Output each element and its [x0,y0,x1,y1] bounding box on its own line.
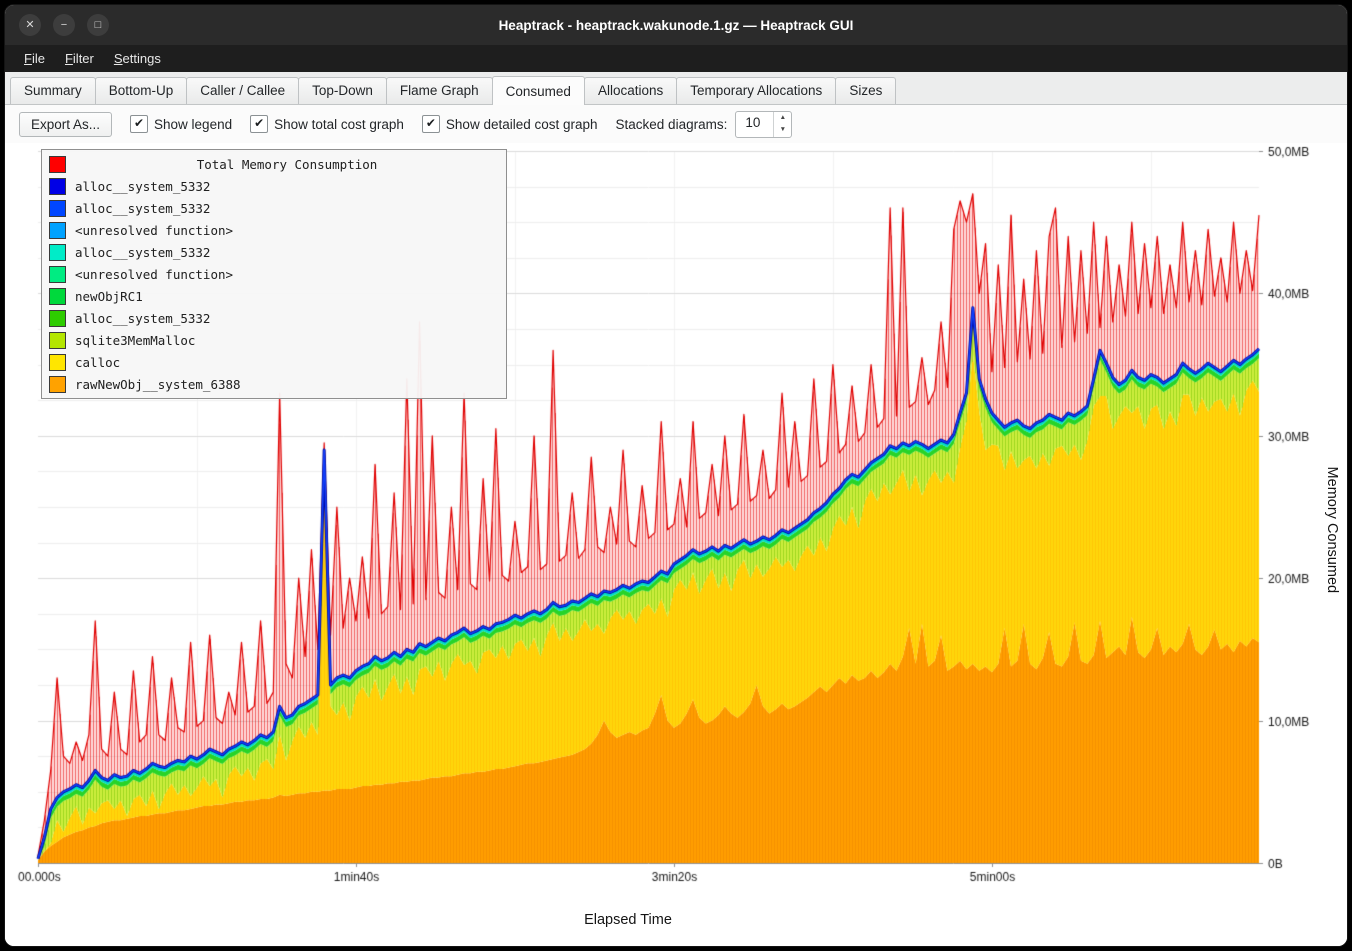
legend-item: calloc [42,351,506,373]
stacked-diagrams-group: Stacked diagrams: 10 ▲ ▼ [616,111,793,138]
checkbox-show-detailed-cost-graph[interactable]: ✔ Show detailed cost graph [422,115,598,133]
menu-item-filter[interactable]: Filter [56,48,103,69]
spinner-down-icon[interactable]: ▼ [774,124,791,137]
minimize-icon: − [61,19,67,31]
maximize-icon: □ [95,19,102,31]
legend-item: alloc__system_5332 [42,175,506,197]
legend-label: rawNewObj__system_6388 [75,377,241,392]
checkbox-icon[interactable]: ✔ [422,115,440,133]
legend-item: sqlite3MemMalloc [42,329,506,351]
titlebar[interactable]: ✕ − □ Heaptrack - heaptrack.wakunode.1.g… [5,5,1347,45]
checkbox-label: Show total cost graph [274,117,404,132]
chart-area: Total Memory Consumption alloc__system_53… [5,143,1347,946]
legend-item: <unresolved function> [42,263,506,285]
legend-item: alloc__system_5332 [42,241,506,263]
legend-swatch [49,310,66,327]
tab-consumed[interactable]: Consumed [492,76,585,105]
legend-label: sqlite3MemMalloc [75,333,195,348]
tab-caller-callee[interactable]: Caller / Callee [186,77,299,104]
close-button[interactable]: ✕ [19,14,41,36]
window-title: Heaptrack - heaptrack.wakunode.1.gz — He… [5,18,1347,33]
legend-swatch [49,332,66,349]
legend-label: alloc__system_5332 [75,201,210,216]
legend-item: rawNewObj__system_6388 [42,373,506,395]
spinner-value[interactable]: 10 [736,112,773,137]
legend-swatch [49,354,66,371]
tab-bottom-up[interactable]: Bottom-Up [95,77,188,104]
tabbar: Summary Bottom-Up Caller / Callee Top-Do… [5,72,1347,105]
legend-swatch [49,156,66,173]
menu-item-settings[interactable]: Settings [105,48,170,69]
stacked-diagrams-spinner[interactable]: 10 ▲ ▼ [735,111,792,138]
checkbox-icon[interactable]: ✔ [130,115,148,133]
legend-swatch [49,266,66,283]
legend-label: alloc__system_5332 [75,311,210,326]
legend-swatch [49,376,66,393]
checkbox-icon[interactable]: ✔ [250,115,268,133]
checkbox-show-legend[interactable]: ✔ Show legend [130,115,232,133]
spinner-arrows: ▲ ▼ [773,112,791,137]
legend-label: alloc__system_5332 [75,245,210,260]
legend-label: newObjRC1 [75,289,143,304]
chart-legend: Total Memory Consumption alloc__system_53… [41,149,507,399]
legend-swatch [49,288,66,305]
legend-label: <unresolved function> [75,267,233,282]
tab-summary[interactable]: Summary [10,77,96,104]
tab-allocations[interactable]: Allocations [584,77,677,104]
legend-item: alloc__system_5332 [42,197,506,219]
legend-swatch [49,178,66,195]
tab-sizes[interactable]: Sizes [835,77,896,104]
menu-item-file[interactable]: File [15,48,54,69]
tab-temporary-allocations[interactable]: Temporary Allocations [676,77,836,104]
legend-item: alloc__system_5332 [42,307,506,329]
checkbox-label: Show legend [154,117,232,132]
minimize-button[interactable]: − [53,14,75,36]
tab-flame-graph[interactable]: Flame Graph [386,77,493,104]
app-window: ✕ − □ Heaptrack - heaptrack.wakunode.1.g… [4,4,1348,947]
tab-top-down[interactable]: Top-Down [298,77,387,104]
y-axis-label: Memory Consumed [1324,466,1340,593]
export-as-button[interactable]: Export As... [19,112,112,137]
close-icon: ✕ [25,19,34,31]
legend-label: alloc__system_5332 [75,179,210,194]
toolbar: Export As... ✔ Show legend ✔ Show total … [5,105,1347,143]
window-controls: ✕ − □ [5,14,109,36]
legend-swatch [49,244,66,261]
legend-label: <unresolved function> [75,223,233,238]
checkbox-show-total-cost-graph[interactable]: ✔ Show total cost graph [250,115,404,133]
menubar: File Filter Settings [5,45,1347,72]
legend-item: newObjRC1 [42,285,506,307]
legend-item: <unresolved function> [42,219,506,241]
legend-label: Total Memory Consumption [75,157,499,172]
legend-swatch [49,200,66,217]
checkbox-label: Show detailed cost graph [446,117,598,132]
legend-swatch [49,222,66,239]
legend-label: calloc [75,355,120,370]
stacked-diagrams-label: Stacked diagrams: [616,117,728,132]
x-axis-label: Elapsed Time [5,912,1251,928]
maximize-button[interactable]: □ [87,14,109,36]
legend-title-row: Total Memory Consumption [42,153,506,175]
spinner-up-icon[interactable]: ▲ [774,112,791,125]
